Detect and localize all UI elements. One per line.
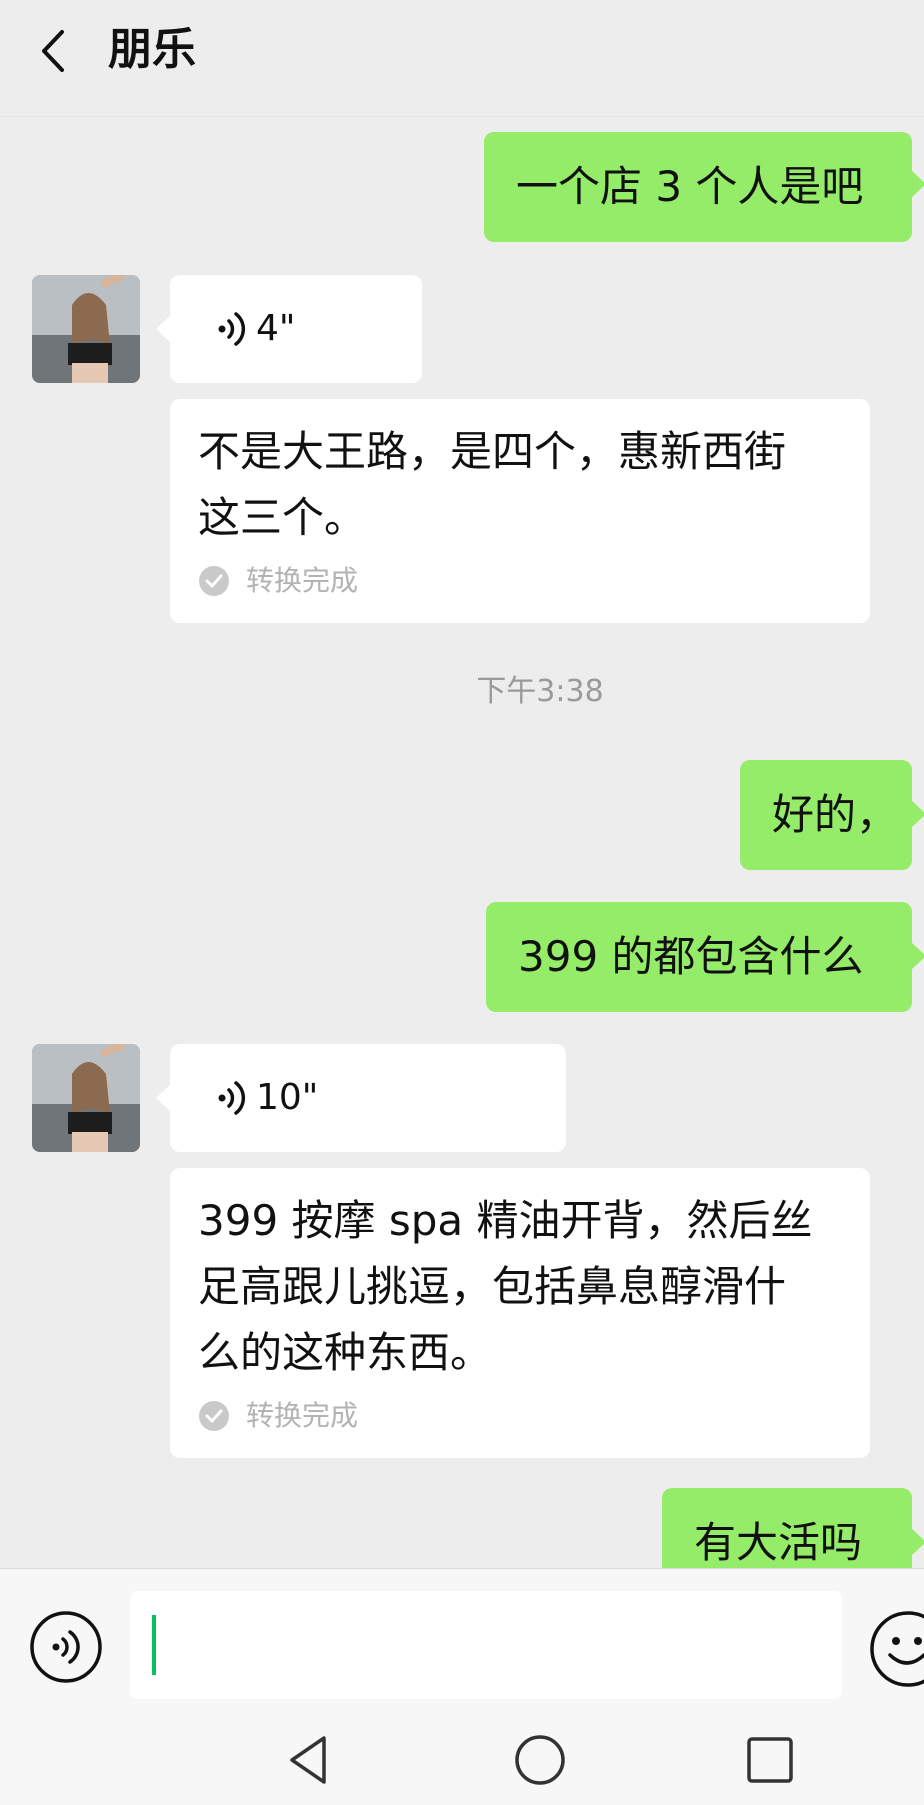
voice-transcript[interactable]: 399 按摩 spa 精油开背，然后丝 足高跟儿挑逗，包括鼻息醇滑什 么的这种东… (170, 1168, 870, 1458)
emoji-icon[interactable] (868, 1609, 924, 1689)
circle-home-icon[interactable] (512, 1732, 568, 1788)
system-navigation-bar (0, 1710, 924, 1805)
transcript-line: 么的这种东西。 (198, 1328, 493, 1377)
transcript-status: 转换完成 (246, 564, 359, 597)
text-caret (152, 1615, 156, 1675)
message-text: 399 的都包含什么 (518, 932, 864, 981)
voice-duration: 10" (256, 1077, 319, 1118)
transcript-status: 转换完成 (246, 1399, 359, 1432)
check-circle-icon (199, 1401, 229, 1431)
sent-message[interactable]: 一个店 3 个人是吧 (484, 132, 924, 242)
voice-duration: 4" (256, 308, 296, 349)
message-text: 好的， (772, 790, 899, 839)
transcript-line: 这三个。 (198, 493, 367, 542)
message-text: 一个店 3 个人是吧 (516, 162, 864, 211)
message-list[interactable]: 一个店 3 个人是吧 4" 不是大王路，是四个，惠新西街 这三个。 转换完成 下… (0, 116, 924, 1568)
voice-message[interactable]: 10" (156, 1044, 566, 1152)
voice-transcript[interactable]: 不是大王路，是四个，惠新西街 这三个。 转换完成 (170, 399, 870, 623)
avatar[interactable] (32, 1044, 140, 1152)
square-recents-icon[interactable] (742, 1732, 798, 1788)
avatar-image (32, 1044, 140, 1152)
sent-message[interactable]: 有大活吗 (662, 1488, 924, 1568)
chat-header: 朋乐 (0, 0, 924, 117)
voice-message[interactable]: 4" (156, 275, 422, 383)
triangle-back-icon[interactable] (282, 1732, 338, 1788)
input-bar (0, 1568, 924, 1711)
check-circle-icon (199, 566, 229, 596)
transcript-line: 399 按摩 spa 精油开背，然后丝 (198, 1196, 813, 1245)
voice-wave-icon (218, 1081, 246, 1115)
timestamp: 下午3:38 (476, 674, 604, 709)
transcript-line: 不是大王路，是四个，惠新西街 (198, 427, 787, 476)
sent-message[interactable]: 好的， (740, 760, 924, 870)
message-input[interactable] (130, 1591, 842, 1699)
voice-wave-icon (218, 312, 246, 346)
avatar[interactable] (32, 275, 140, 383)
avatar-image (32, 275, 140, 383)
chevron-left-icon[interactable] (30, 26, 80, 76)
transcript-line: 足高跟儿挑逗，包括鼻息醇滑什 (198, 1262, 787, 1311)
sent-message[interactable]: 399 的都包含什么 (486, 902, 924, 1012)
message-text: 有大活吗 (694, 1518, 863, 1567)
chat-title: 朋乐 (108, 24, 196, 75)
voice-mode-icon[interactable] (28, 1609, 104, 1685)
